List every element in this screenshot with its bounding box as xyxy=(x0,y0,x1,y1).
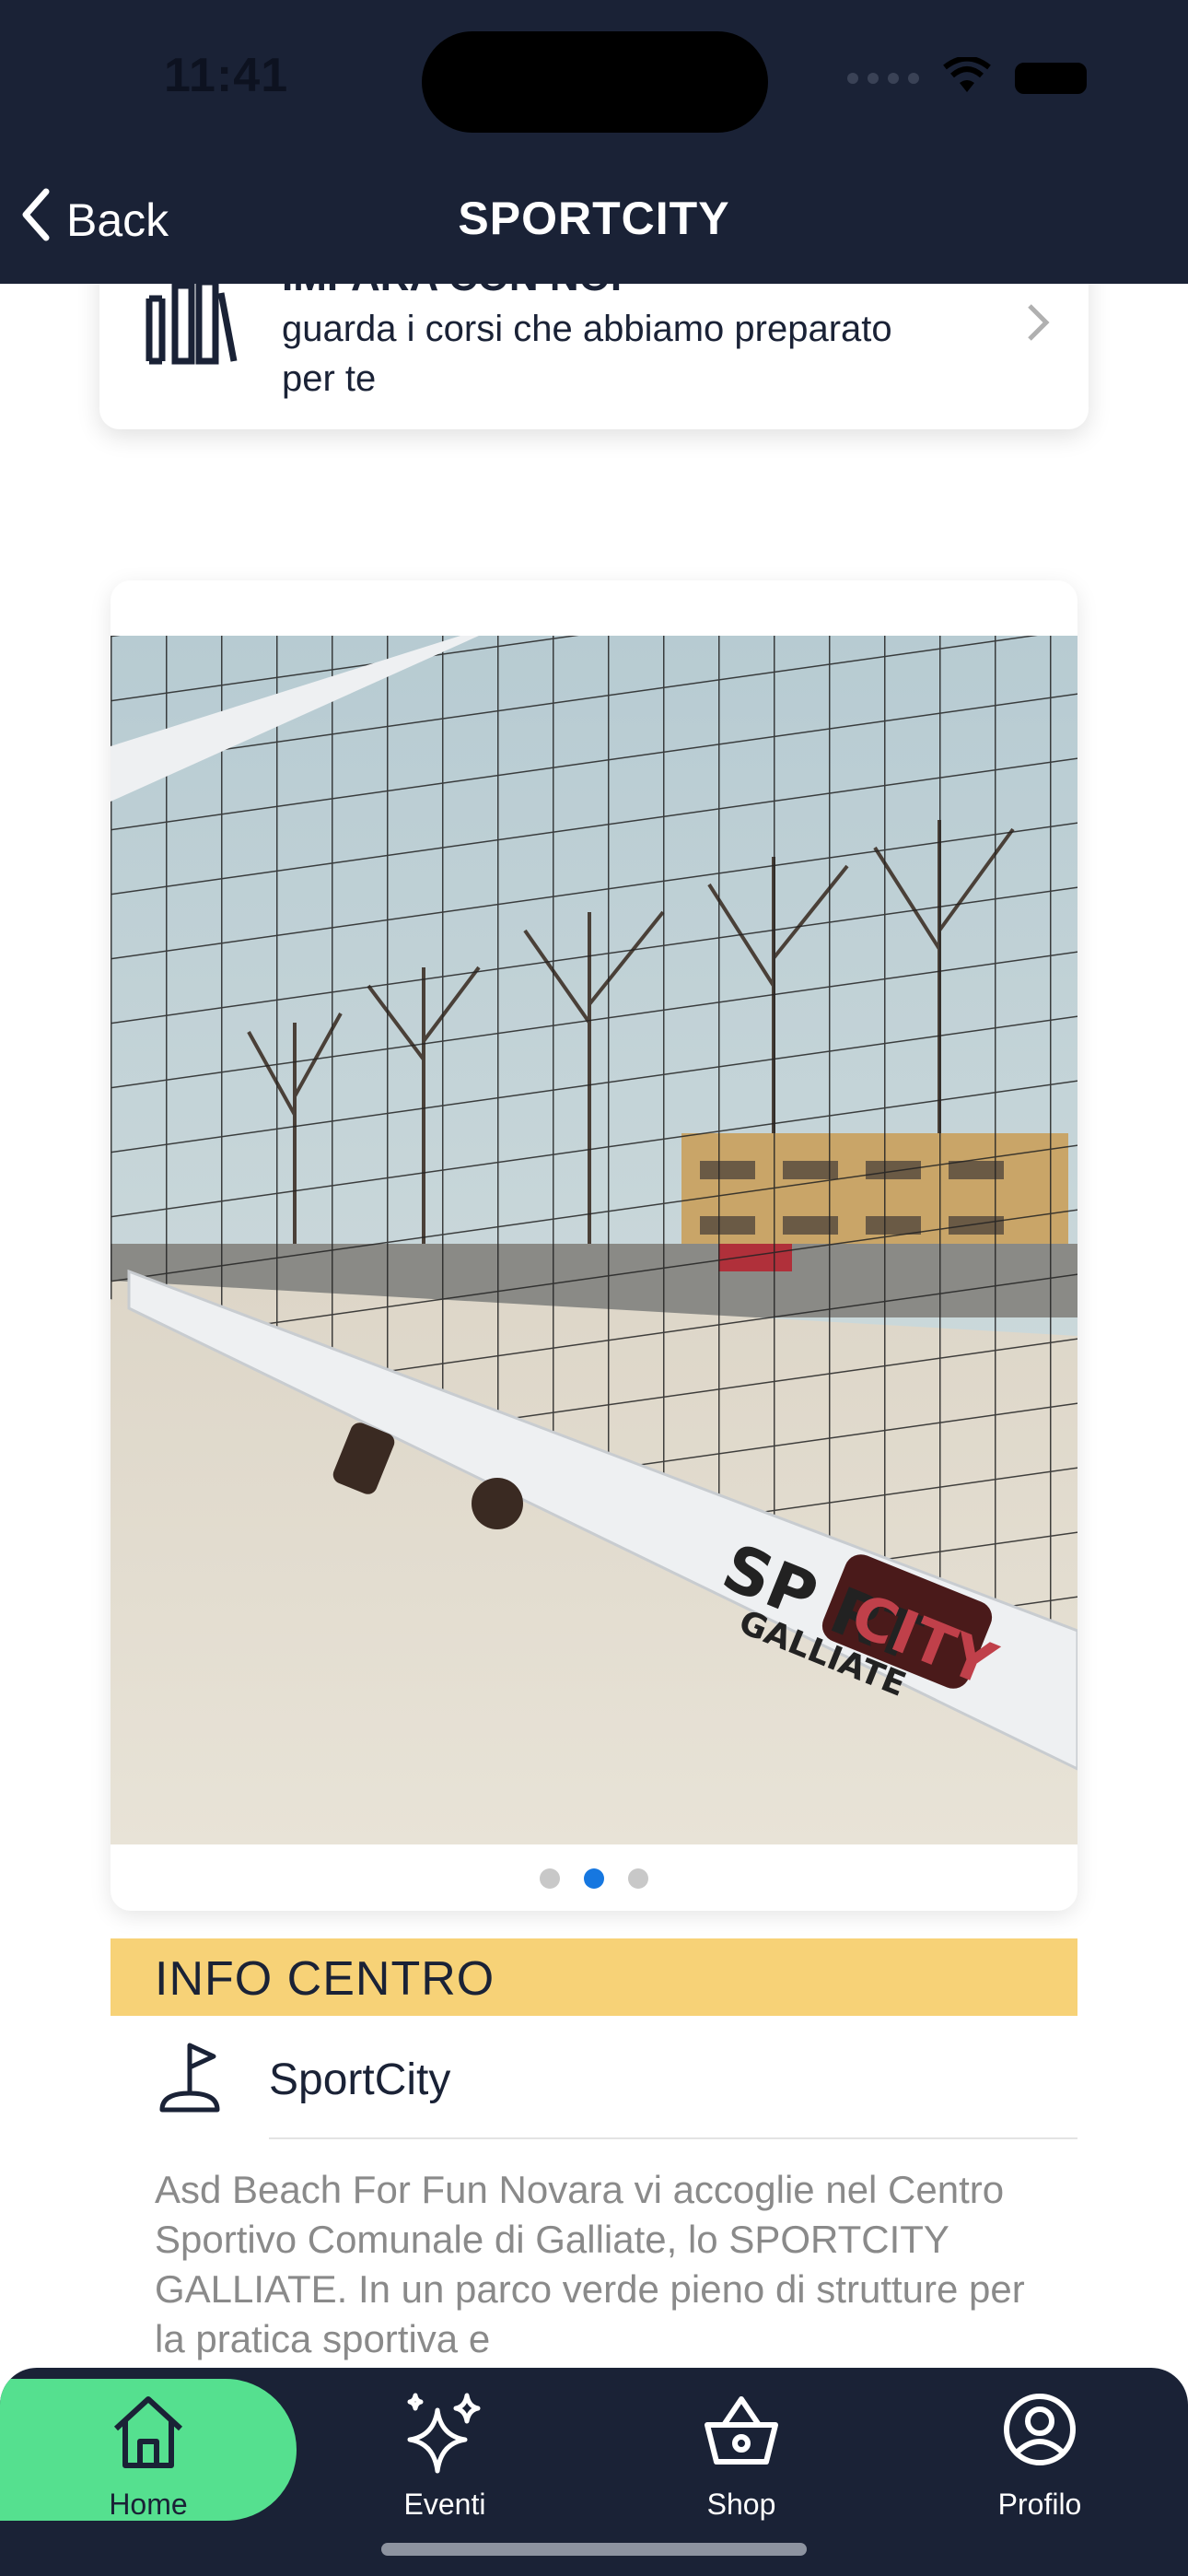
page-title: SPORTCITY xyxy=(458,193,730,244)
home-indicator xyxy=(381,2543,807,2556)
profile-icon xyxy=(998,2388,1081,2476)
sparkles-icon xyxy=(401,2388,489,2481)
scroll-content[interactable]: IMPARA CON NOI guarda i corsi che abbiam… xyxy=(0,0,1188,2576)
status-icons xyxy=(847,55,1087,99)
tab-label: Home xyxy=(109,2488,188,2521)
tab-profilo[interactable]: Profilo xyxy=(891,2368,1188,2524)
battery-icon xyxy=(1015,62,1087,94)
info-centro-header: INFO CENTRO xyxy=(111,1938,1077,2016)
center-name-row: SportCity xyxy=(111,2036,1077,2139)
center-description: Asd Beach For Fun Novara vi accoglie nel… xyxy=(155,2168,1025,2360)
dynamic-island xyxy=(422,31,768,133)
pager-dot[interactable] xyxy=(628,1868,648,1889)
chevron-right-icon xyxy=(1024,300,1052,349)
status-time: 11:41 xyxy=(164,49,289,102)
tab-label: Shop xyxy=(706,2488,776,2521)
golf-flag-icon xyxy=(157,2040,225,2122)
top-bar: 11:41 Back SPORTCITY xyxy=(0,0,1188,284)
courses-subtitle: guarda i corsi che abbiamo preparato per… xyxy=(282,309,892,399)
gallery-pager[interactable] xyxy=(111,1868,1077,1889)
tab-eventi[interactable]: Eventi xyxy=(297,2368,593,2524)
center-name: SportCity xyxy=(269,2055,451,2104)
tab-label: Eventi xyxy=(403,2488,486,2521)
info-centro-title: INFO CENTRO xyxy=(155,1952,495,2006)
home-icon xyxy=(107,2390,190,2477)
cellular-signal-icon xyxy=(847,72,919,84)
tab-shop[interactable]: Shop xyxy=(593,2368,890,2524)
tab-home[interactable]: Home xyxy=(0,2379,297,2521)
tab-label: Profilo xyxy=(997,2488,1082,2521)
wifi-icon xyxy=(941,55,993,99)
bottom-tab-bar: Home Eventi Shop Profilo xyxy=(0,2368,1188,2576)
photo-gallery[interactable]: SP RT GALLIATE CITY xyxy=(111,580,1077,1911)
pager-dot[interactable] xyxy=(540,1868,560,1889)
books-icon xyxy=(144,278,239,369)
divider xyxy=(269,2137,1077,2139)
pager-dot-active[interactable] xyxy=(584,1868,604,1889)
basket-icon xyxy=(700,2388,783,2476)
gallery-photo: SP RT GALLIATE CITY xyxy=(111,636,1077,1844)
